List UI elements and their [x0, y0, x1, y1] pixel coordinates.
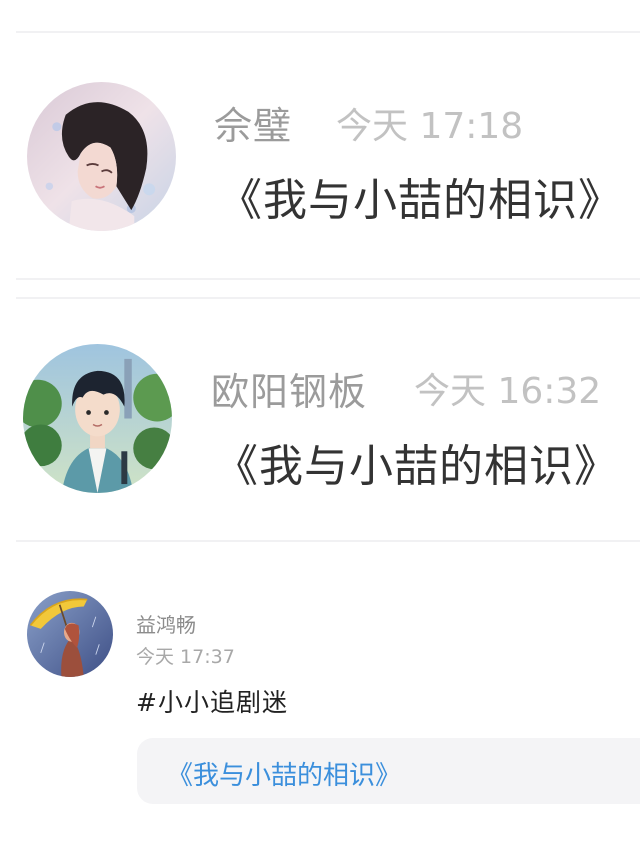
- post-time: 今天 16:32: [414, 371, 602, 412]
- feed-screen: 佘璧 今天 17:18 《我与小喆的相识》 欧阳钢板 今天 16:32 《我与小…: [0, 0, 640, 844]
- author-name[interactable]: 欧阳钢板: [211, 361, 367, 416]
- umbrella-girl-avatar-icon: [27, 591, 113, 677]
- divider: [16, 31, 640, 33]
- avatar[interactable]: [27, 82, 176, 231]
- avatar[interactable]: [27, 591, 113, 677]
- divider: [16, 278, 640, 280]
- post-title[interactable]: 《我与小喆的相识》: [214, 430, 619, 494]
- post-title[interactable]: 《我与小喆的相识》: [218, 164, 623, 228]
- divider: [16, 540, 640, 542]
- author-name[interactable]: 佘璧: [214, 95, 292, 150]
- link-title[interactable]: 《我与小喆的相识》: [167, 755, 401, 792]
- post-time: 今天 17:37: [136, 646, 235, 668]
- post-time: 今天 17:18: [336, 106, 524, 147]
- hashtag-topic[interactable]: #小小追剧迷: [136, 683, 288, 719]
- avatar[interactable]: [23, 344, 172, 493]
- link-card[interactable]: 《我与小喆的相识》: [137, 738, 640, 804]
- girl-portrait-avatar-icon: [27, 82, 176, 231]
- boy-portrait-avatar-icon: [23, 344, 172, 493]
- author-name[interactable]: 益鸿畅: [136, 609, 196, 638]
